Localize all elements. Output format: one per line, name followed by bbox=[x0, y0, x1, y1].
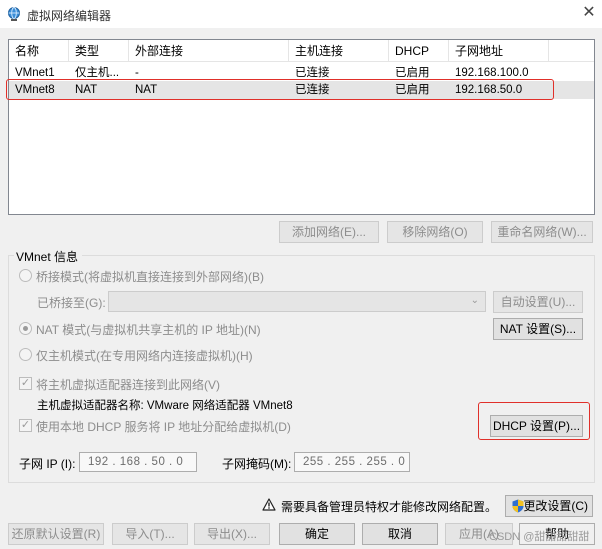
network-globe-icon bbox=[8, 7, 20, 21]
column-header-dhcp[interactable]: DHCP bbox=[389, 40, 449, 62]
restore-defaults-button[interactable]: 还原默认设置(R) bbox=[8, 523, 104, 545]
selected-row-highlight bbox=[6, 79, 554, 100]
subnet-mask-field[interactable]: 255 . 255 . 255 . 0 bbox=[294, 452, 410, 472]
bridged-to-select[interactable]: ⌄ bbox=[108, 291, 486, 312]
close-button[interactable]: ✕ bbox=[578, 3, 600, 23]
window-title: 虚拟网络编辑器 bbox=[27, 9, 112, 23]
nat-settings-button[interactable]: NAT 设置(S)... bbox=[493, 318, 583, 340]
host-only-label: 仅主机模式(在专用网络内连接虚拟机)(H) bbox=[36, 349, 253, 363]
rename-network-button[interactable]: 重命名网络(W)... bbox=[491, 221, 593, 243]
bridged-to-label: 已桥接至(G): bbox=[37, 296, 106, 310]
host-adapter-name: 主机虚拟适配器名称: VMware 网络适配器 VMnet8 bbox=[37, 400, 293, 412]
watermark: CSDN @甜甜甜甜甜 bbox=[489, 531, 590, 543]
column-header-type[interactable]: 类型 bbox=[69, 40, 129, 62]
column-header-name[interactable]: 名称 bbox=[9, 40, 69, 62]
uac-shield-icon bbox=[512, 499, 524, 513]
vmnet-info-group bbox=[8, 255, 595, 483]
connect-adapter-checkbox[interactable]: ✓ bbox=[19, 377, 32, 390]
column-header-host[interactable]: 主机连接 bbox=[289, 40, 389, 62]
host-only-radio[interactable] bbox=[19, 348, 32, 361]
column-header-subnet[interactable]: 子网地址 bbox=[449, 40, 549, 62]
network-list[interactable]: 名称 类型 外部连接 主机连接 DHCP 子网地址 VMnet1 仅主机... … bbox=[8, 39, 595, 215]
nat-mode-label: NAT 模式(与虚拟机共享主机的 IP 地址)(N) bbox=[36, 323, 261, 337]
column-header-external[interactable]: 外部连接 bbox=[129, 40, 289, 62]
ok-button[interactable]: 确定 bbox=[279, 523, 355, 545]
bridge-mode-label: 桥接模式(将虚拟机直接连接到外部网络)(B) bbox=[36, 270, 264, 284]
subnet-ip-label: 子网 IP (I): bbox=[19, 457, 76, 471]
subnet-mask-label: 子网掩码(M): bbox=[222, 457, 292, 471]
connect-adapter-label: 将主机虚拟适配器连接到此网络(V) bbox=[36, 378, 220, 392]
admin-notice: 需要具备管理员特权才能修改网络配置。 bbox=[281, 500, 498, 514]
subnet-ip-field[interactable]: 192 . 168 . 50 . 0 bbox=[79, 452, 197, 472]
change-settings-label: 更改设置(C) bbox=[523, 499, 588, 513]
auto-settings-button[interactable]: 自动设置(U)... bbox=[493, 291, 583, 313]
cancel-button[interactable]: 取消 bbox=[362, 523, 438, 545]
use-dhcp-checkbox[interactable]: ✓ bbox=[19, 419, 32, 432]
import-button[interactable]: 导入(T)... bbox=[112, 523, 188, 545]
warning-icon bbox=[262, 498, 276, 511]
vmnet-info-legend: VMnet 信息 bbox=[14, 248, 83, 265]
dhcp-settings-button[interactable]: DHCP 设置(P)... bbox=[490, 415, 583, 437]
list-header: 名称 类型 外部连接 主机连接 DHCP 子网地址 bbox=[9, 40, 594, 62]
use-dhcp-label: 使用本地 DHCP 服务将 IP 地址分配给虚拟机(D) bbox=[36, 420, 291, 434]
remove-network-button[interactable]: 移除网络(O) bbox=[387, 221, 483, 243]
bridge-mode-radio[interactable] bbox=[19, 269, 32, 282]
nat-mode-radio[interactable] bbox=[19, 322, 32, 335]
chevron-down-icon: ⌄ bbox=[470, 295, 479, 306]
add-network-button[interactable]: 添加网络(E)... bbox=[279, 221, 379, 243]
change-settings-button[interactable]: 更改设置(C) bbox=[505, 495, 593, 517]
export-button[interactable]: 导出(X)... bbox=[194, 523, 270, 545]
